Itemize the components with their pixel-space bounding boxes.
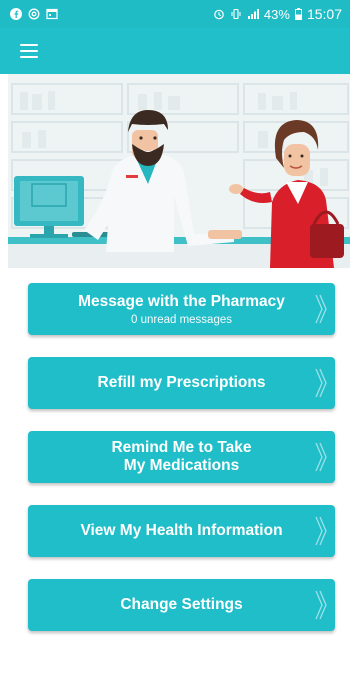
facebook-icon [10, 8, 22, 20]
view-health-information-label: View My Health Information [80, 522, 283, 539]
at-sign-icon [28, 8, 40, 20]
change-settings-label: Change Settings [120, 596, 243, 613]
battery-percent: 43% [263, 6, 290, 22]
refill-prescriptions-button[interactable]: Refill my Prescriptions [28, 357, 335, 409]
alarm-icon [214, 9, 224, 20]
battery-icon [294, 8, 302, 20]
message-pharmacy-button[interactable]: Message with the Pharmacy 0 unread messa… [28, 283, 335, 335]
hamburger-menu-icon[interactable] [20, 44, 38, 58]
status-notifications [10, 8, 58, 20]
double-chevron-right-icon [315, 294, 327, 324]
pharmacy-illustration [8, 74, 350, 268]
remind-medications-button[interactable]: Remind Me to Take My Medications [28, 431, 335, 483]
calendar-icon [46, 8, 58, 20]
action-button-list: Message with the Pharmacy 0 unread messa… [28, 283, 335, 653]
double-chevron-right-icon [315, 442, 327, 472]
message-pharmacy-label: Message with the Pharmacy [78, 292, 285, 310]
double-chevron-right-icon [315, 590, 327, 620]
clock-time: 15:07 [306, 6, 342, 22]
app-bar [0, 28, 350, 74]
change-settings-button[interactable]: Change Settings [28, 579, 335, 631]
status-system: 43% 15:07 [213, 6, 342, 22]
status-bar: 43% 15:07 [0, 0, 350, 28]
signal-icon [247, 9, 259, 19]
refill-prescriptions-label: Refill my Prescriptions [97, 374, 266, 391]
remind-medications-label-line1: Remind Me to Take [111, 439, 252, 456]
unread-messages-count: 0 unread messages [130, 313, 232, 326]
remind-medications-label-line2: My Medications [123, 457, 240, 474]
vibrate-icon [231, 8, 241, 20]
app-screen: 43% 15:07 Message with the Pharmacy 0 un… [0, 0, 350, 679]
double-chevron-right-icon [315, 516, 327, 546]
double-chevron-right-icon [315, 368, 327, 398]
view-health-information-button[interactable]: View My Health Information [28, 505, 335, 557]
pharmacist-and-customer-illustration [8, 74, 350, 268]
